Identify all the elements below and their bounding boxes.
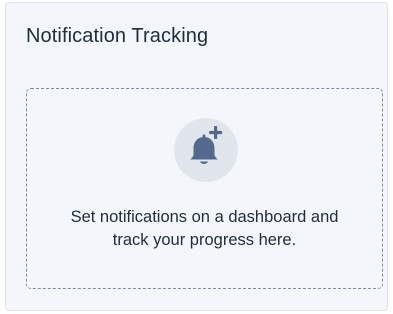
empty-state-message-line-2: track your progress here.: [112, 231, 297, 249]
empty-state-message: Set notifications on a dashboard and tra…: [27, 206, 382, 252]
empty-state-container: Set notifications on a dashboard and tra…: [26, 88, 383, 289]
card-title: Notification Tracking: [26, 25, 209, 47]
notification-tracking-card: Notification Tracking Set notifications …: [5, 2, 388, 311]
empty-state-message-line-1: Set notifications on a dashboard and: [70, 208, 339, 226]
bell-plus-icon: [174, 118, 238, 182]
